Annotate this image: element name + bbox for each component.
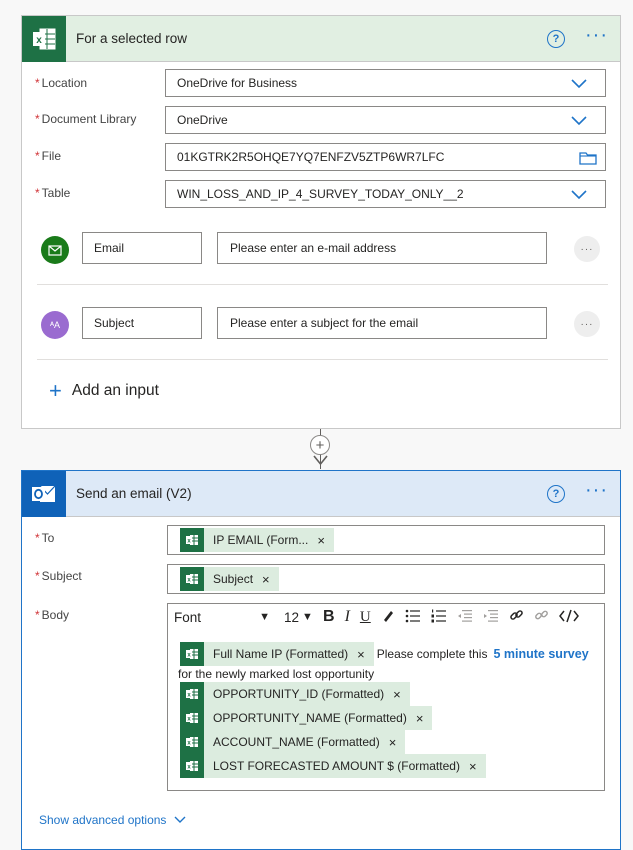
subject-more-icon[interactable]: ··· — [574, 311, 600, 337]
code-view-icon[interactable] — [558, 609, 579, 626]
remove-token-icon[interactable]: × — [317, 533, 325, 548]
increase-indent-icon[interactable] — [483, 609, 499, 626]
to-token: x IP EMAIL (Form... × — [180, 528, 334, 552]
italic-icon[interactable]: I — [345, 608, 350, 626]
insert-step-icon[interactable]: + — [310, 435, 330, 455]
link-icon[interactable] — [509, 608, 524, 626]
chevron-down-icon — [571, 190, 587, 200]
subject-label: * Subject — [35, 569, 82, 583]
add-input-label: Add an input — [71, 382, 159, 399]
action-card: Send an email (V2) ? ··· * To x IP EMAIL … — [21, 470, 621, 850]
remove-token-icon[interactable]: × — [469, 759, 477, 774]
body-field-token: x ACCOUNT_NAME (Formatted) × — [180, 730, 406, 754]
excel-icon: x — [180, 730, 204, 754]
outlook-icon — [22, 470, 66, 517]
bold-icon[interactable]: B — [323, 608, 335, 626]
chevron-down-icon — [571, 79, 587, 89]
plus-icon: + — [49, 378, 62, 403]
to-label: * To — [35, 531, 55, 545]
body-content[interactable]: x Full Name IP (Formatted) × Please comp… — [178, 642, 589, 778]
divider — [37, 359, 608, 360]
help-icon[interactable]: ? — [547, 484, 566, 503]
remove-token-icon[interactable]: × — [389, 735, 397, 750]
underline-icon[interactable]: U — [360, 609, 371, 626]
document-library-label: * Document Library — [35, 112, 137, 126]
excel-icon: x — [180, 642, 204, 666]
caret-down-icon: ▼ — [259, 611, 270, 623]
trigger-card-header[interactable]: x For a selected row ? ··· — [22, 15, 620, 62]
remove-token-icon[interactable]: × — [416, 711, 424, 726]
remove-token-icon[interactable]: × — [393, 687, 401, 702]
arrow-down-icon — [313, 455, 328, 466]
location-value: OneDrive for Business — [177, 76, 298, 90]
action-card-title: Send an email (V2) — [76, 486, 192, 501]
folder-icon[interactable] — [579, 151, 597, 165]
bullet-list-icon[interactable] — [405, 609, 421, 626]
table-label: * Table — [35, 186, 71, 200]
body-field-token: x OPPORTUNITY_NAME (Formatted) × — [180, 706, 433, 730]
divider — [37, 284, 608, 285]
show-advanced-options-link[interactable]: Show advanced options — [39, 813, 186, 827]
remove-token-icon[interactable]: × — [357, 647, 365, 662]
svg-text:x: x — [36, 35, 42, 46]
body-text-continuation: for the newly marked lost opportunity — [178, 667, 375, 681]
help-icon[interactable]: ? — [547, 29, 566, 48]
chevron-down-icon — [571, 116, 587, 126]
table-dropdown[interactable]: WIN_LOSS_AND_IP_4_SURVEY_TODAY_ONLY__2 — [165, 180, 606, 208]
to-field[interactable]: x IP EMAIL (Form... × — [167, 525, 605, 555]
numbered-list-icon[interactable] — [431, 609, 447, 626]
subject-input-placeholder[interactable]: Please enter a subject for the email — [217, 307, 547, 339]
body-editor[interactable]: Font ▼ 12 ▼ B I U x Full Name IP (Format… — [167, 603, 605, 791]
table-value: WIN_LOSS_AND_IP_4_SURVEY_TODAY_ONLY__2 — [177, 187, 464, 201]
remove-token-icon[interactable]: × — [262, 572, 270, 587]
location-dropdown[interactable]: OneDrive for Business — [165, 69, 606, 97]
font-select[interactable]: Font ▼ — [174, 610, 270, 625]
excel-icon: x — [180, 754, 204, 778]
email-more-icon[interactable]: ··· — [574, 236, 600, 262]
file-picker[interactable]: 01KGTRK2R5OHQE7YQ7ENFZV5ZTP6WR7LFC — [165, 143, 606, 171]
email-input-placeholder[interactable]: Please enter an e-mail address — [217, 232, 547, 264]
font-size-select[interactable]: 12 ▼ — [284, 610, 318, 625]
trigger-card: x For a selected row ? ··· * Location One… — [21, 15, 621, 429]
subject-token: x Subject × — [180, 567, 279, 591]
chevron-down-icon — [174, 816, 186, 823]
mail-icon — [41, 236, 69, 264]
highlight-pen-icon[interactable] — [381, 609, 395, 626]
body-field-token: x LOST FORECASTED AMOUNT $ (Formatted) × — [180, 754, 486, 778]
body-field-token: x OPPORTUNITY_ID (Formatted) × — [180, 682, 410, 706]
document-library-dropdown[interactable]: OneDrive — [165, 106, 606, 134]
text-icon: ᴬA — [41, 311, 69, 339]
excel-icon: x — [180, 567, 204, 591]
email-input-name[interactable]: Email — [82, 232, 202, 264]
caret-down-icon: ▼ — [302, 611, 313, 623]
document-library-value: OneDrive — [177, 113, 228, 127]
body-label: * Body — [35, 608, 70, 622]
decrease-indent-icon[interactable] — [457, 609, 473, 626]
full-name-token: x Full Name IP (Formatted) × — [180, 642, 374, 666]
file-value: 01KGTRK2R5OHQE7YQ7ENFZV5ZTP6WR7LFC — [177, 150, 445, 164]
unlink-icon[interactable] — [534, 608, 549, 626]
file-label: * File — [35, 149, 62, 163]
excel-icon: x — [22, 15, 66, 62]
add-input-button[interactable]: + Add an input — [49, 378, 159, 403]
more-options-icon[interactable]: ··· — [585, 25, 608, 48]
excel-icon: x — [180, 706, 204, 730]
excel-icon: x — [180, 682, 204, 706]
survey-link[interactable]: 5 minute survey — [493, 647, 588, 661]
location-label: * Location — [35, 76, 88, 90]
excel-icon: x — [180, 528, 204, 552]
rich-text-toolbar: Font ▼ 12 ▼ B I U — [168, 604, 604, 630]
subject-input-name[interactable]: Subject — [82, 307, 202, 339]
body-text-intro: Please complete this — [376, 647, 488, 661]
more-options-icon[interactable]: ··· — [585, 480, 608, 503]
trigger-card-title: For a selected row — [76, 31, 188, 46]
subject-field[interactable]: x Subject × — [167, 564, 605, 594]
action-card-header[interactable]: Send an email (V2) ? ··· — [22, 470, 620, 517]
body-token-list: x OPPORTUNITY_ID (Formatted) × x OPPORTUNITY… — [180, 682, 589, 778]
